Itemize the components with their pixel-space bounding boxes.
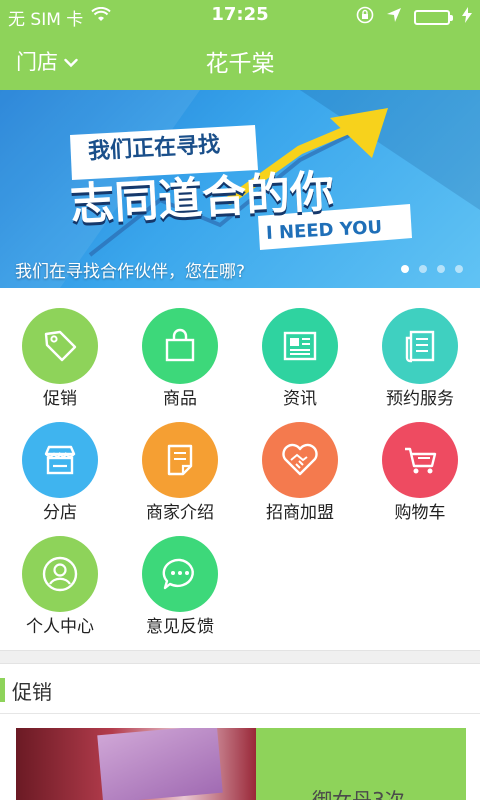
tag-icon [22,308,98,384]
grid-item-franchise[interactable]: 招商加盟 [240,402,360,523]
handshake-heart-icon [262,422,338,498]
location-icon [386,7,402,28]
grid-item-label: 个人中心 [26,617,94,637]
grid-item-cart[interactable]: 购物车 [360,402,480,523]
carousel-dot[interactable] [437,265,445,273]
charging-icon [462,7,472,28]
grid-item-branches[interactable]: 分店 [0,402,120,523]
carousel-dots [401,265,463,273]
grid-item-booking[interactable]: 预约服务 [360,288,480,409]
carousel-dot[interactable] [401,265,409,273]
section-divider [0,650,480,664]
cart-icon [382,422,458,498]
product-package-image [97,728,223,800]
grid-item-label: 购物车 [394,503,446,523]
banner-caption: 我们在寻找合作伙伴，您在哪? [15,262,246,282]
grid-item-news[interactable]: 资讯 [240,288,360,409]
promo-title: 御女丹3次 [312,788,405,800]
carousel-dot[interactable] [419,265,427,273]
grid-item-label: 招商加盟 [266,503,334,523]
grid-item-feedback[interactable]: 意见反馈 [120,516,240,637]
grid-item-profile[interactable]: 个人中心 [0,516,120,637]
nav-bar: 门店 花千棠 [0,30,480,90]
banner-carousel[interactable]: 我们正在寻找 志同道合的你 I NEED YOU 我们在寻找合作伙伴，您在哪? [0,90,480,288]
grid-item-products[interactable]: 商品 [120,288,240,409]
grid-item-promotions[interactable]: 促销 [0,288,120,409]
section-accent-bar [0,678,5,702]
status-bar: 无 SIM 卡 17:25 [0,0,480,30]
page-title: 花千棠 [205,51,275,77]
store-icon [22,422,98,498]
status-right [356,6,472,29]
section-title: 促销 [12,680,52,704]
shopping-bag-icon [142,308,218,384]
chat-bubble-icon [142,536,218,612]
grid-item-label: 意见反馈 [146,617,214,637]
notepad-icon [142,422,218,498]
carousel-dot[interactable] [455,265,463,273]
rotation-lock-icon [356,6,374,29]
document-icon [382,308,458,384]
user-icon [22,536,98,612]
feature-grid: 促销 商品 资讯 预约服务 分店 商家介绍 招商加盟 购物车 个人中心 意见反馈 [0,288,480,650]
section-header-promotions: 促销 [0,664,480,714]
grid-item-merchant-intro[interactable]: 商家介绍 [120,402,240,523]
newspaper-icon [262,308,338,384]
battery-icon [414,10,453,25]
